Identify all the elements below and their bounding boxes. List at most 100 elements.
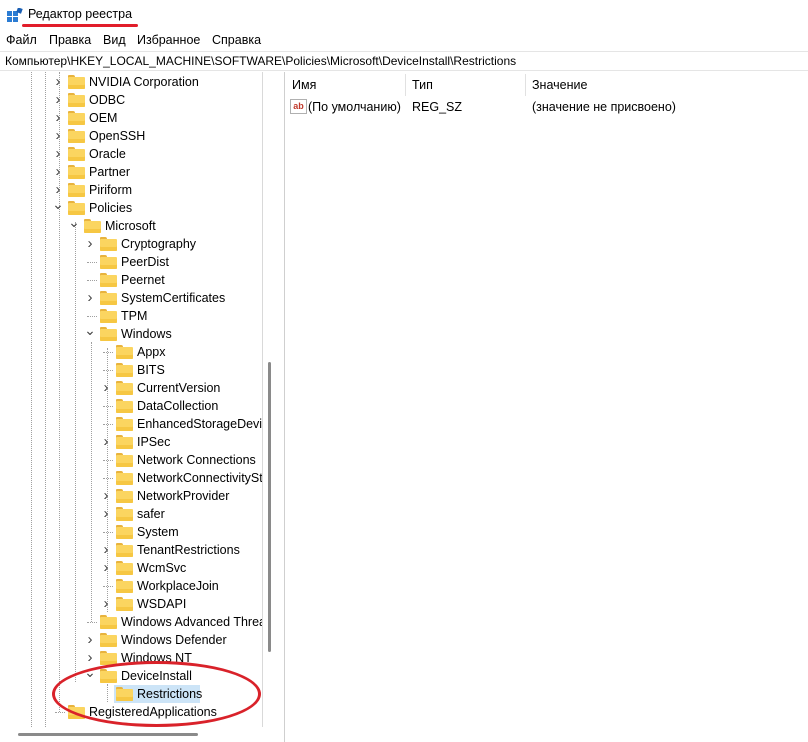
folder-icon <box>68 93 85 107</box>
tree-item-peernet[interactable]: Peernet <box>0 271 262 289</box>
folder-icon <box>116 363 133 377</box>
menu-help[interactable]: Справка <box>212 33 261 47</box>
menu-view[interactable]: Вид <box>103 33 126 47</box>
tree-item-currentversion[interactable]: › CurrentVersion <box>0 379 262 397</box>
tree-item-policies[interactable]: ⌄ Policies <box>0 197 262 217</box>
menu-edit[interactable]: Правка <box>49 33 91 47</box>
folder-icon <box>68 129 85 143</box>
tree-item-systemcertificates[interactable]: › SystemCertificates <box>0 289 262 307</box>
chevron-right-icon[interactable]: › <box>100 434 112 449</box>
tree-item-label: NVIDIA Corporation <box>89 75 199 89</box>
chevron-right-icon[interactable]: › <box>100 542 112 557</box>
chevron-right-icon[interactable]: › <box>100 506 112 521</box>
chevron-right-icon[interactable]: › <box>100 596 112 611</box>
tree-item-odbc[interactable]: › ODBC <box>0 91 262 109</box>
tree-item-safer[interactable]: › safer <box>0 505 262 523</box>
value-row[interactable]: ab (По умолчанию) REG_SZ (значение не пр… <box>285 97 808 117</box>
tree-guide-line <box>87 262 97 263</box>
folder-icon <box>100 633 117 647</box>
chevron-right-icon[interactable]: › <box>52 128 64 143</box>
chevron-right-icon[interactable]: › <box>84 290 96 305</box>
tree-item-label: System <box>137 525 179 539</box>
tree-item-label: EnhancedStorageDevices <box>137 417 262 431</box>
menu-favorites[interactable]: Избранное <box>137 33 200 47</box>
value-name: (По умолчанию) <box>308 100 401 114</box>
title-bar: Редактор реестра <box>0 0 808 30</box>
folder-icon <box>116 597 133 611</box>
chevron-right-icon[interactable]: › <box>84 650 96 665</box>
chevron-down-icon[interactable]: ⌄ <box>84 323 96 337</box>
tree-item-label: Piriform <box>89 183 133 197</box>
tree-item-windows-defender[interactable]: › Windows Defender <box>0 631 262 649</box>
chevron-down-icon[interactable]: ⌄ <box>52 197 64 211</box>
address-bar[interactable]: Компьютер\HKEY_LOCAL_MACHINE\SOFTWARE\Po… <box>0 51 808 71</box>
tree-item-label: WSDAPI <box>137 597 187 611</box>
tree-item-tenantrestrictions[interactable]: › TenantRestrictions <box>0 541 262 559</box>
chevron-right-icon[interactable]: › <box>100 380 112 395</box>
chevron-right-icon[interactable]: › <box>52 164 64 179</box>
tree-item-label: Partner <box>89 165 130 179</box>
tree-item-appx[interactable]: Appx <box>0 343 262 361</box>
folder-icon <box>116 525 133 539</box>
tree-item-networkprovider[interactable]: › NetworkProvider <box>0 487 262 505</box>
registry-tree[interactable]: › NVIDIA Corporation › ODBC › OEM › OpenSSH › Ora… <box>0 72 262 727</box>
folder-icon <box>116 507 133 521</box>
tree-item-partner[interactable]: › Partner <box>0 163 262 181</box>
chevron-right-icon[interactable]: › <box>52 182 64 197</box>
tree-item-peerdist[interactable]: PeerDist <box>0 253 262 271</box>
chevron-down-icon[interactable]: ⌄ <box>68 215 80 229</box>
tree-item-oem[interactable]: › OEM <box>0 109 262 127</box>
column-header-type[interactable]: Тип <box>412 78 433 92</box>
chevron-right-icon[interactable]: › <box>84 236 96 251</box>
tree-item-network-connections[interactable]: Network Connections <box>0 451 262 469</box>
chevron-right-icon[interactable]: › <box>52 92 64 107</box>
column-header-name[interactable]: Имя <box>292 78 316 92</box>
tree-horizontal-scroll-thumb[interactable] <box>18 733 198 736</box>
tree-item-wsdapi[interactable]: › WSDAPI <box>0 595 262 613</box>
tree-guide-line <box>103 532 113 533</box>
tree-item-windows[interactable]: ⌄ Windows <box>0 323 262 343</box>
title-annotation-underline <box>22 24 138 27</box>
folder-icon <box>68 111 85 125</box>
values-list[interactable]: Имя Тип Значение ab (По умолчанию) REG_S… <box>285 72 808 742</box>
tree-item-networkconnectivitystatusindicator[interactable]: NetworkConnectivityStatusIndicator <box>0 469 262 487</box>
tree-item-datacollection[interactable]: DataCollection <box>0 397 262 415</box>
chevron-right-icon[interactable]: › <box>100 560 112 575</box>
tree-item-enhancedstoragedevices[interactable]: EnhancedStorageDevices <box>0 415 262 433</box>
tree-item-label: NetworkProvider <box>137 489 230 503</box>
column-separator[interactable] <box>525 74 526 96</box>
column-header-data[interactable]: Значение <box>532 78 587 92</box>
chevron-right-icon[interactable]: › <box>84 632 96 647</box>
tree-vertical-scroll-thumb[interactable] <box>268 362 271 652</box>
tree-item-label: Policies <box>89 201 133 215</box>
tree-vertical-scrollbar[interactable] <box>264 72 278 727</box>
tree-item-ipsec[interactable]: › IPSec <box>0 433 262 451</box>
chevron-right-icon[interactable]: › <box>52 146 64 161</box>
folder-icon <box>116 579 133 593</box>
tree-item-wcmsvc[interactable]: › WcmSvc <box>0 559 262 577</box>
tree-item-tpm[interactable]: TPM <box>0 307 262 325</box>
tree-item-bits[interactable]: BITS <box>0 361 262 379</box>
tree-item-nvidia-corporation[interactable]: › NVIDIA Corporation <box>0 73 262 91</box>
window-title: Редактор реестра <box>28 7 133 21</box>
chevron-right-icon[interactable]: › <box>100 488 112 503</box>
folder-icon <box>100 327 117 341</box>
chevron-right-icon[interactable]: › <box>52 110 64 125</box>
tree-item-cryptography[interactable]: › Cryptography <box>0 235 262 253</box>
folder-icon <box>68 147 85 161</box>
tree-item-openssh[interactable]: › OpenSSH <box>0 127 262 145</box>
tree-item-workplacejoin[interactable]: WorkplaceJoin <box>0 577 262 595</box>
tree-guide-line <box>103 406 113 407</box>
address-path[interactable]: Компьютер\HKEY_LOCAL_MACHINE\SOFTWARE\Po… <box>5 54 516 68</box>
tree-item-system[interactable]: System <box>0 523 262 541</box>
tree-item-label: WcmSvc <box>137 561 187 575</box>
column-separator[interactable] <box>405 74 406 96</box>
tree-item-windows-advanced-threat-protection[interactable]: Windows Advanced Threat Protection <box>0 613 262 631</box>
tree-item-label: Cryptography <box>121 237 197 251</box>
chevron-right-icon[interactable]: › <box>52 74 64 89</box>
tree-item-oracle[interactable]: › Oracle <box>0 145 262 163</box>
tree-item-microsoft[interactable]: ⌄ Microsoft <box>0 215 262 235</box>
folder-icon <box>116 417 133 431</box>
menu-file[interactable]: Файл <box>6 33 37 47</box>
tree-item-piriform[interactable]: › Piriform <box>0 181 262 199</box>
